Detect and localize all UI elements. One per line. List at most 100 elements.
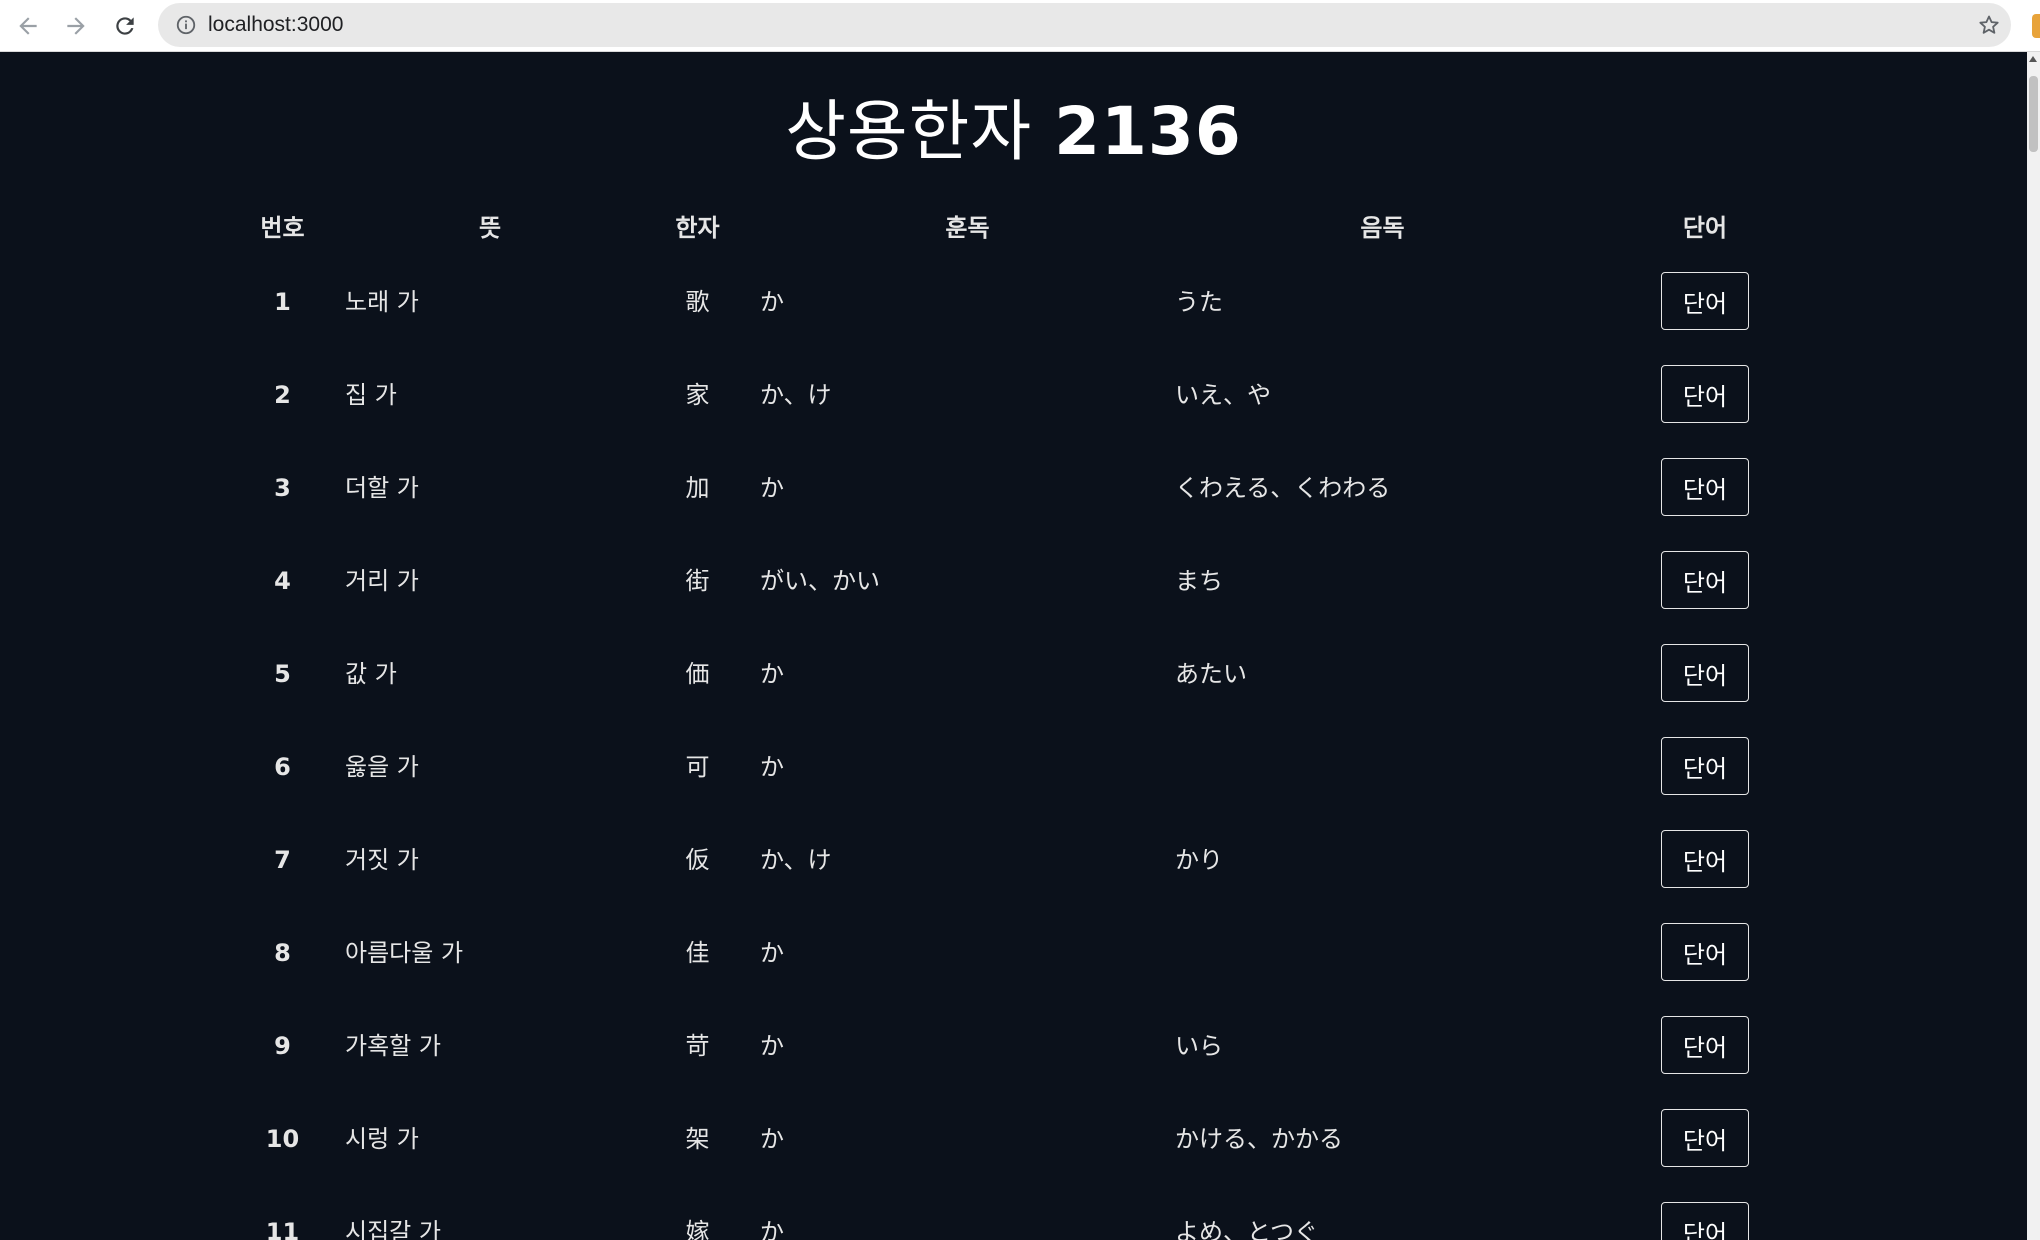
cell-word: 단어 xyxy=(1590,630,1820,723)
cell-word: 단어 xyxy=(1590,351,1820,444)
cell-number-text: 11 xyxy=(265,1218,300,1240)
cell-number: 9 xyxy=(220,1002,345,1095)
word-button[interactable]: 단어 xyxy=(1661,1109,1749,1167)
cell-number-text: 2 xyxy=(274,381,291,409)
cell-kun: か xyxy=(760,1002,1175,1095)
cell-kun-text: がい、かい xyxy=(760,567,880,595)
table-row: 5 값 가 価 か あたい 단어 xyxy=(220,630,1820,723)
cell-kun: か xyxy=(760,1095,1175,1188)
cell-meaning-text: 집 가 xyxy=(345,381,397,409)
cell-kun-text: か xyxy=(760,660,784,688)
cell-on: まち xyxy=(1175,537,1590,630)
cell-meaning: 가혹할 가 xyxy=(345,1002,635,1095)
cell-meaning-text: 거리 가 xyxy=(345,567,419,595)
scroll-up-arrow-icon[interactable] xyxy=(2029,56,2037,62)
cell-kun: か xyxy=(760,444,1175,537)
cell-number-text: 5 xyxy=(274,660,291,688)
cell-kanji: 架 xyxy=(635,1095,760,1188)
cell-kanji-text: 価 xyxy=(685,660,710,688)
table-row: 1 노래 가 歌 か うた 단어 xyxy=(220,258,1820,351)
cell-on xyxy=(1175,909,1590,1002)
cell-on: いら xyxy=(1175,1002,1590,1095)
cell-meaning-text: 값 가 xyxy=(345,660,397,688)
table-row: 11 시집갈 가 嫁 か よめ、とつぐ 단어 xyxy=(220,1188,1820,1240)
cell-kun: か、け xyxy=(760,351,1175,444)
word-button[interactable]: 단어 xyxy=(1661,365,1749,423)
cell-kanji: 街 xyxy=(635,537,760,630)
word-button[interactable]: 단어 xyxy=(1661,458,1749,516)
cell-word: 단어 xyxy=(1590,258,1820,351)
page-title-text: 상용한자 xyxy=(785,93,1033,170)
cell-kanji-text: 街 xyxy=(685,567,710,595)
cell-number-text: 3 xyxy=(274,474,291,502)
cell-kanji: 可 xyxy=(635,723,760,816)
back-button[interactable] xyxy=(10,8,46,44)
cell-on-text xyxy=(1175,723,1590,753)
cell-number-text: 6 xyxy=(274,753,291,781)
table-row: 6 옳을 가 可 か 단어 xyxy=(220,723,1820,816)
page-content: 상용한자 2136 번호 뜻 한자 훈독 음독 단어 1 노래 가 歌かうた 단어 2 집… xyxy=(0,52,2027,1240)
cell-kanji-text: 苛 xyxy=(685,1032,710,1060)
cell-on-text: うた xyxy=(1175,288,1223,316)
cell-kanji-text: 佳 xyxy=(685,939,710,967)
reload-button[interactable] xyxy=(107,8,143,44)
cell-kanji-text: 歌 xyxy=(685,288,710,316)
word-button[interactable]: 단어 xyxy=(1661,1202,1749,1240)
cell-number: 6 xyxy=(220,723,345,816)
cell-meaning: 옳을 가 xyxy=(345,723,635,816)
word-button[interactable]: 단어 xyxy=(1661,830,1749,888)
cell-meaning: 더할 가 xyxy=(345,444,635,537)
url-text: localhost:3000 xyxy=(208,13,344,36)
table-row: 8 아름다울 가 佳 か 단어 xyxy=(220,909,1820,1002)
word-button[interactable]: 단어 xyxy=(1661,644,1749,702)
cell-kun-text: か、け xyxy=(760,846,832,874)
cell-kanji-text: 嫁 xyxy=(685,1218,710,1240)
cell-meaning: 노래 가 xyxy=(345,258,635,351)
cell-kanji: 歌 xyxy=(635,258,760,351)
cell-on-text: よめ、とつぐ xyxy=(1175,1218,1319,1240)
address-bar[interactable]: localhost:3000 xyxy=(158,3,2011,47)
cell-word: 단어 xyxy=(1590,537,1820,630)
cell-number: 5 xyxy=(220,630,345,723)
cell-meaning-text: 노래 가 xyxy=(345,288,419,316)
word-button[interactable]: 단어 xyxy=(1661,923,1749,981)
cell-meaning-text: 가혹할 가 xyxy=(345,1032,441,1060)
page-title: 상용한자 2136 xyxy=(0,78,2027,174)
cell-word: 단어 xyxy=(1590,723,1820,816)
cell-meaning: 아름다울 가 xyxy=(345,909,635,1002)
cell-on-text xyxy=(1175,909,1590,939)
profile-avatar[interactable] xyxy=(2032,14,2040,38)
cell-on: うた xyxy=(1175,258,1590,351)
scrollbar-thumb[interactable] xyxy=(2029,76,2038,152)
arrow-right-icon xyxy=(67,17,85,35)
cell-meaning: 거리 가 xyxy=(345,537,635,630)
cell-number-text: 7 xyxy=(274,846,291,874)
word-button[interactable]: 단어 xyxy=(1661,1016,1749,1074)
cell-kun: か xyxy=(760,630,1175,723)
cell-on-text: いら xyxy=(1175,1032,1223,1060)
cell-kun-text: か xyxy=(760,753,784,781)
word-button[interactable]: 단어 xyxy=(1661,737,1749,795)
cell-number: 10 xyxy=(220,1095,345,1188)
cell-meaning: 거짓 가 xyxy=(345,816,635,909)
cell-kanji-text: 架 xyxy=(685,1125,710,1153)
cell-word: 단어 xyxy=(1590,1188,1820,1240)
header-kanji: 한자 xyxy=(675,213,720,242)
page-scrollbar[interactable] xyxy=(2027,52,2040,1240)
info-icon[interactable] xyxy=(175,14,197,36)
cell-number: 4 xyxy=(220,537,345,630)
cell-kun-text: か xyxy=(760,1218,784,1240)
cell-kun-text: か xyxy=(760,288,784,316)
cell-word: 단어 xyxy=(1590,909,1820,1002)
star-icon[interactable] xyxy=(1977,13,2001,37)
word-button[interactable]: 단어 xyxy=(1661,272,1749,330)
cell-number: 11 xyxy=(220,1188,345,1240)
table-row: 4 거리 가 街 がい、かい まち 단어 xyxy=(220,537,1820,630)
cell-kanji: 苛 xyxy=(635,1002,760,1095)
forward-button[interactable] xyxy=(58,8,94,44)
word-button[interactable]: 단어 xyxy=(1661,551,1749,609)
table-row: 9 가혹할 가 苛 か いら 단어 xyxy=(220,1002,1820,1095)
cell-meaning-text: 거짓 가 xyxy=(345,846,419,874)
cell-meaning: 값 가 xyxy=(345,630,635,723)
cell-on-text: まち xyxy=(1175,567,1223,595)
